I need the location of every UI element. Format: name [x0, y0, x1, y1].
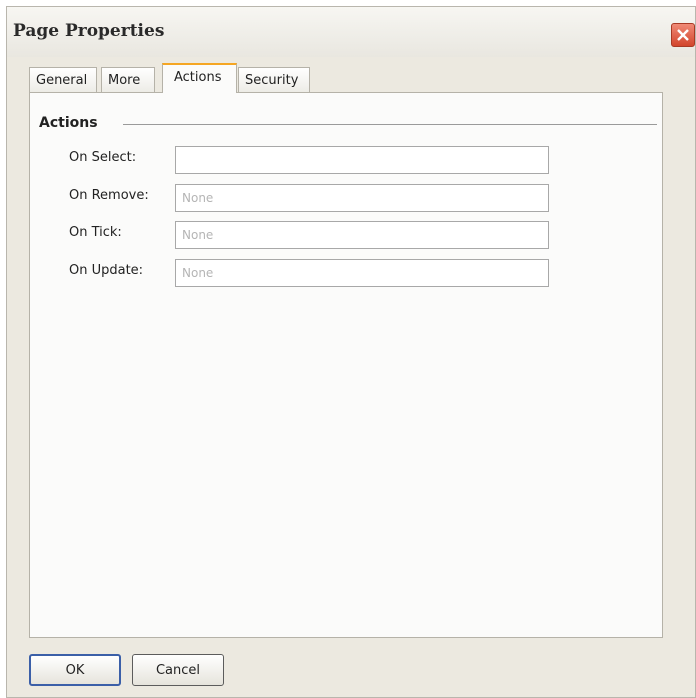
on-select-label: On Select:: [69, 150, 137, 165]
ok-button[interactable]: OK: [29, 654, 121, 686]
on-select-input[interactable]: [175, 146, 549, 174]
on-remove-label: On Remove:: [69, 188, 149, 203]
on-update-input[interactable]: [175, 259, 549, 287]
tab-general[interactable]: General: [29, 67, 97, 93]
tab-actions[interactable]: Actions: [162, 63, 237, 93]
section-title: Actions: [39, 115, 98, 131]
tab-security[interactable]: Security: [238, 67, 310, 93]
page-properties-dialog: Page Properties General More Actions Sec…: [6, 6, 696, 698]
tab-more[interactable]: More: [101, 67, 155, 93]
section-divider: [123, 124, 657, 125]
dialog-title: Page Properties: [13, 21, 165, 41]
on-remove-input[interactable]: [175, 184, 549, 212]
on-tick-label: On Tick:: [69, 225, 122, 240]
actions-panel: Actions On Select: On Remove: On Tick: O…: [29, 92, 663, 638]
title-bar: Page Properties: [7, 7, 695, 57]
on-tick-input[interactable]: [175, 221, 549, 249]
cancel-button[interactable]: Cancel: [132, 654, 224, 686]
close-button[interactable]: [671, 23, 695, 47]
close-icon: [677, 29, 689, 41]
on-update-label: On Update:: [69, 263, 144, 278]
